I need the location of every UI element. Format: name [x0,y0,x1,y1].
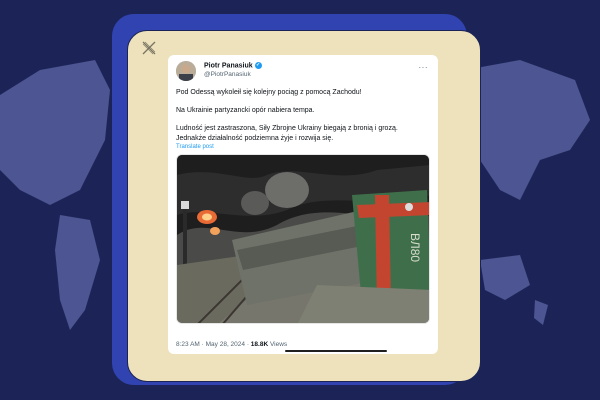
verified-badge-icon: ✓ [254,62,262,69]
scrollbar[interactable] [168,349,438,354]
translate-post-link[interactable]: Translate post [176,144,430,150]
more-options-icon[interactable]: ··· [419,63,429,72]
tweet-header: Piotr Panasiuk ✓ @PiotrPanasiuk ··· [176,61,430,86]
derailed-train-image: ВЛ80 [177,154,429,323]
tweet-photo[interactable]: ВЛ80 [176,153,430,324]
tweet-card: Piotr Panasiuk ✓ @PiotrPanasiuk ··· Pod O… [168,55,438,354]
tweet-paragraph: Jednakże działalność podziemna żyje i ro… [176,134,334,142]
user-handle[interactable]: @PiotrPanasiuk [204,71,251,78]
tweet-paragraph: Pod Odessą wykoleił się kolejny pociąg z… [176,89,362,96]
views-label: Views [268,341,288,348]
avatar-photo [176,61,196,81]
scrollbar-thumb[interactable] [285,350,387,352]
tweet-paragraph: Na Ukrainie partyzancki opór nabiera tem… [176,107,315,115]
display-name[interactable]: Piotr Panasiuk ✓ [204,62,262,69]
locomotive-marking: ВЛ80 [408,233,422,262]
tweet-text: Pod Odessą wykoleił się kolejny pociąg z… [176,88,430,143]
display-name-text[interactable]: Piotr Panasiuk [204,62,253,69]
tweet-paragraph: Ludność jest zastraszona, Siły Zbrojne U… [176,125,398,133]
x-cross-icon [142,41,156,55]
views-count: 18.8K [250,341,269,348]
tweet-meta: 8:23 AM · May 28, 2024 · 18.8K Views [176,341,287,348]
timestamp[interactable]: 8:23 AM · May 28, 2024 · [176,341,251,348]
avatar[interactable] [176,61,196,81]
